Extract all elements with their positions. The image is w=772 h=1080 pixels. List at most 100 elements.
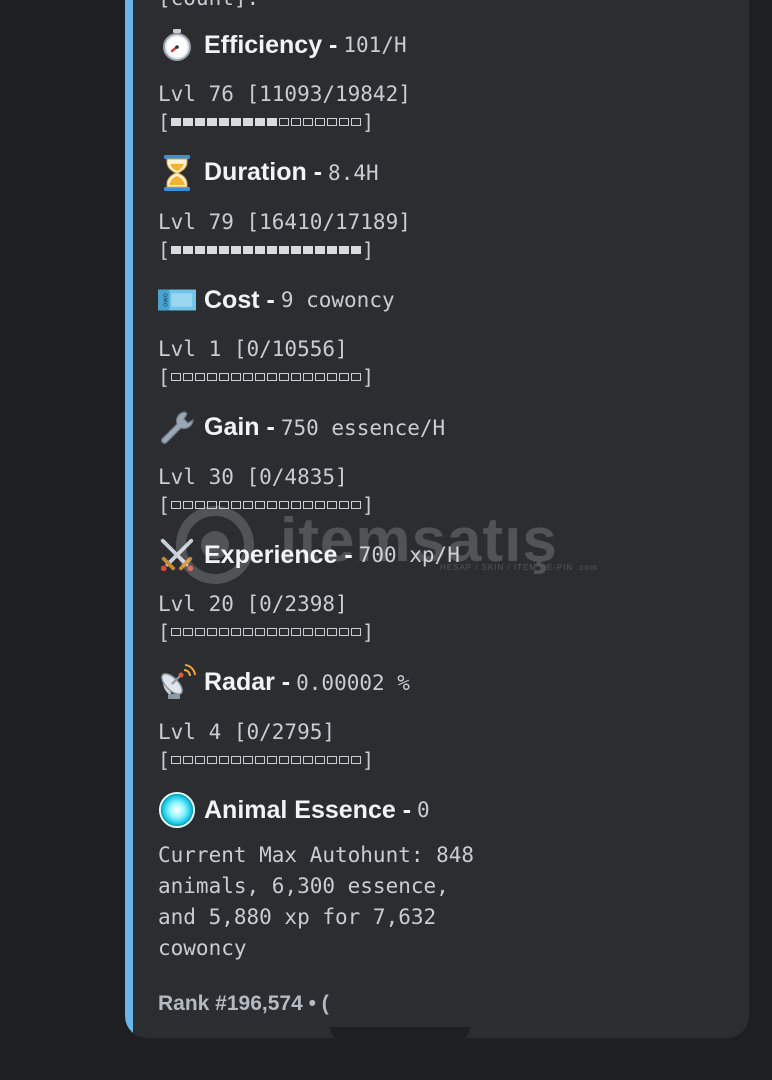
progress-segment-empty <box>207 755 218 764</box>
progress-bar: [] <box>158 238 411 262</box>
progress-segment-empty <box>315 500 326 509</box>
stat-field-header: Experience -700 xp/H <box>158 535 460 575</box>
progress-segment-filled <box>243 245 254 254</box>
progress-bar-open-bracket: [ <box>158 747 171 772</box>
progress-bar-open-bracket: [ <box>158 110 171 134</box>
progress-segment-empty <box>291 118 302 126</box>
stat-name: Experience - <box>204 540 353 569</box>
hourglass-icon <box>158 154 196 192</box>
stat-value: 8.4H <box>328 160 379 185</box>
progress-bar-open-bracket: [ <box>158 365 171 389</box>
progress-segment-empty <box>183 500 194 509</box>
truncated-top-text: [count]. <box>158 0 259 10</box>
progress-bar: [] <box>158 365 395 389</box>
essence-field: Animal Essence -0 Current Max Autohunt: 8… <box>158 790 474 964</box>
stat-field-header: Duration -8.4H <box>158 153 411 193</box>
description-line: animals, 6,300 essence, <box>158 874 449 898</box>
progress-bar-close-bracket: ] <box>362 747 375 772</box>
stat-field: Gain -750 essence/H Lvl 30 [0/4835] [] <box>158 408 445 517</box>
progress-segment-empty <box>291 755 302 764</box>
progress-segment-empty <box>303 118 314 126</box>
progress-bar-close-bracket: ] <box>362 237 375 262</box>
stopwatch-icon <box>158 26 196 64</box>
progress-segment-empty <box>195 755 206 764</box>
progress-segment-empty <box>351 755 362 764</box>
stat-value: 101/H <box>343 33 407 57</box>
stat-field: Radar -0.00002 % Lvl 4 [0/2795] [] <box>158 663 410 772</box>
essence-name: Animal Essence - <box>204 795 412 824</box>
progress-segment-filled <box>267 245 278 254</box>
stat-name: Cost - <box>204 285 275 314</box>
stat-field-header: Radar -0.00002 % <box>158 663 410 703</box>
progress-bar-open-bracket: [ <box>158 237 171 262</box>
essence-header: Animal Essence -0 <box>158 790 474 830</box>
stat-field-header: owo Cost -9 cowoncy <box>158 280 395 320</box>
progress-segment-empty <box>303 373 314 381</box>
progress-segment-empty <box>279 118 290 126</box>
progress-segment-empty <box>315 755 326 764</box>
progress-segment-empty <box>279 755 290 764</box>
progress-segment-empty <box>195 628 206 636</box>
progress-segment-empty <box>339 373 350 381</box>
progress-bar: [] <box>158 110 411 134</box>
glowing-orb-icon <box>158 791 196 829</box>
progress-segment-empty <box>171 755 182 764</box>
embed-card: [count]. Efficiency -101/H Lvl 76 [11093/… <box>125 0 749 1038</box>
progress-segment-empty <box>267 628 278 636</box>
description-line: Current Max Autohunt: 848 <box>158 843 475 867</box>
progress-bar-close-bracket: ] <box>362 492 375 517</box>
stat-value: 700 xp/H <box>358 543 460 567</box>
progress-segment-empty <box>243 628 254 636</box>
progress-segment-empty <box>279 500 290 509</box>
progress-segment-empty <box>351 628 362 636</box>
progress-segment-empty <box>231 373 242 381</box>
stat-value: 0.00002 % <box>296 670 410 695</box>
progress-segment-empty <box>219 373 230 381</box>
progress-segment-empty <box>219 628 230 636</box>
essence-value: 0 <box>417 798 430 822</box>
progress-segment-empty <box>171 373 182 381</box>
stat-name: Radar - <box>204 668 291 696</box>
progress-segment-empty <box>303 628 314 636</box>
progress-segment-empty <box>279 628 290 636</box>
stat-field-header: Gain -750 essence/H <box>158 408 445 448</box>
progress-segment-empty <box>279 373 290 381</box>
stat-field: Experience -700 xp/H Lvl 20 [0/2398] [] <box>158 535 460 644</box>
progress-segment-filled <box>339 245 350 254</box>
stat-name: Efficiency - <box>204 30 338 59</box>
progress-bar-close-bracket: ] <box>362 110 375 134</box>
progress-segment-empty <box>339 500 350 509</box>
stat-level: Lvl 76 [11093/19842] <box>158 82 411 106</box>
progress-segment-empty <box>339 628 350 636</box>
wrench-icon <box>158 409 196 447</box>
progress-segment-empty <box>267 755 278 764</box>
stat-level: Lvl 79 [16410/17189] <box>158 209 411 234</box>
progress-segment-empty <box>243 755 254 764</box>
progress-segment-empty <box>183 755 194 764</box>
progress-segment-empty <box>339 118 350 126</box>
progress-segment-filled <box>207 118 218 126</box>
progress-segment-filled <box>327 245 338 254</box>
progress-segment-empty <box>231 500 242 509</box>
progress-segment-empty <box>267 373 278 381</box>
progress-segment-filled <box>255 118 266 126</box>
svg-text:owo: owo <box>162 293 170 307</box>
progress-segment-empty <box>315 628 326 636</box>
progress-segment-filled <box>279 245 290 254</box>
progress-segment-empty <box>327 628 338 636</box>
progress-segment-empty <box>303 755 314 764</box>
progress-segment-empty <box>195 373 206 381</box>
cowoncy-ticket-icon: owo <box>158 281 196 319</box>
progress-segment-filled <box>231 245 242 254</box>
stat-level: Lvl 4 [0/2795] <box>158 719 336 744</box>
progress-segment-empty <box>243 373 254 381</box>
progress-segment-filled <box>267 118 278 126</box>
progress-segment-filled <box>183 245 194 254</box>
progress-segment-empty <box>231 628 242 636</box>
progress-segment-filled <box>171 118 182 126</box>
progress-segment-filled <box>291 245 302 254</box>
progress-segment-empty <box>351 500 362 509</box>
progress-segment-filled <box>195 118 206 126</box>
progress-bar: [] <box>158 748 410 772</box>
progress-segment-empty <box>171 500 182 509</box>
